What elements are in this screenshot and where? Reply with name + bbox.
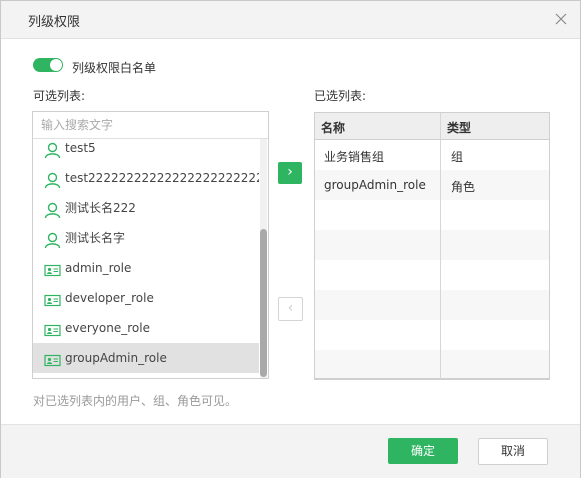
list-item[interactable]: test22222222222222222222222: [33, 163, 259, 193]
column-permission-dialog: 列级权限 列级权限白名单 可选列表: 已选列表: test5 test222222…: [0, 0, 581, 478]
list-item[interactable]: developer_role: [33, 283, 259, 313]
cell-type: 组: [451, 150, 464, 164]
role-icon: [44, 320, 61, 337]
list-item[interactable]: 测试长名222: [33, 193, 259, 223]
column-divider: [440, 113, 441, 379]
search-box: [33, 112, 268, 139]
user-icon: [44, 140, 61, 159]
close-icon[interactable]: [555, 13, 567, 25]
remove-from-selected-button[interactable]: ‹: [278, 297, 303, 321]
whitelist-toggle[interactable]: [33, 58, 63, 72]
selected-list-label: 已选列表:: [314, 89, 367, 103]
selected-list-panel: 名称 类型 业务销售组 组 groupAdmin_role 角色: [314, 112, 550, 380]
role-icon: [44, 290, 61, 307]
visibility-hint: 对已选列表内的用户、组、角色可见。: [33, 394, 238, 408]
list-item-label: 测试长名字: [65, 231, 126, 245]
user-icon: [44, 230, 61, 249]
table-row[interactable]: groupAdmin_role 角色: [315, 170, 549, 200]
available-list: test5 test22222222222222222222222 测试长名222 测…: [33, 139, 259, 378]
list-item[interactable]: 测试长名字: [33, 223, 259, 253]
cell-name: 业务销售组: [324, 150, 385, 164]
toggle-knob: [50, 59, 62, 71]
list-scrollbar[interactable]: [260, 139, 267, 378]
whitelist-toggle-label: 列级权限白名单: [72, 61, 157, 75]
list-item-label: groupAdmin_role: [65, 351, 167, 365]
confirm-button[interactable]: 确定: [388, 438, 458, 464]
role-icon: [44, 260, 61, 277]
table-row-empty: [315, 260, 549, 290]
table-row[interactable]: 业务销售组 组: [315, 140, 549, 170]
table-row-empty: [315, 230, 549, 260]
list-item-label: 测试长名222: [65, 201, 136, 215]
table-row-empty: [315, 200, 549, 230]
user-icon: [44, 200, 61, 219]
cancel-button[interactable]: 取消: [478, 438, 548, 465]
table-row-empty: [315, 290, 549, 320]
dialog-footer: 确定 取消: [1, 424, 580, 478]
list-item-label: admin_role: [65, 261, 132, 275]
available-list-panel: test5 test22222222222222222222222 测试长名222 测…: [32, 111, 269, 379]
list-item[interactable]: test5: [33, 139, 259, 163]
list-item[interactable]: admin_role: [33, 253, 259, 283]
column-header-type: 类型: [447, 121, 472, 135]
table-header: 名称 类型: [315, 113, 549, 140]
table-row-empty: [315, 350, 549, 379]
cell-name: groupAdmin_role: [324, 178, 426, 192]
search-input[interactable]: [33, 112, 268, 138]
available-list-items: test5 test22222222222222222222222 测试长名222 测…: [33, 139, 259, 373]
scrollbar-thumb[interactable]: [260, 229, 267, 377]
column-header-name: 名称: [321, 121, 346, 135]
list-item[interactable]: groupAdmin_role: [33, 343, 259, 373]
list-item[interactable]: everyone_role: [33, 313, 259, 343]
cell-type: 角色: [451, 180, 476, 194]
table-row-empty: [315, 320, 549, 350]
dialog-title: 列级权限: [28, 15, 81, 30]
list-item-label: developer_role: [65, 291, 154, 305]
list-item-label: everyone_role: [65, 321, 150, 335]
list-item-label: test5: [65, 141, 96, 155]
available-list-label: 可选列表:: [33, 89, 86, 103]
add-to-selected-button[interactable]: ›: [278, 162, 302, 184]
list-item-label: test22222222222222222222222: [65, 171, 259, 185]
role-icon: [44, 350, 61, 367]
user-icon: [44, 170, 61, 189]
dialog-header: 列级权限: [1, 1, 580, 39]
